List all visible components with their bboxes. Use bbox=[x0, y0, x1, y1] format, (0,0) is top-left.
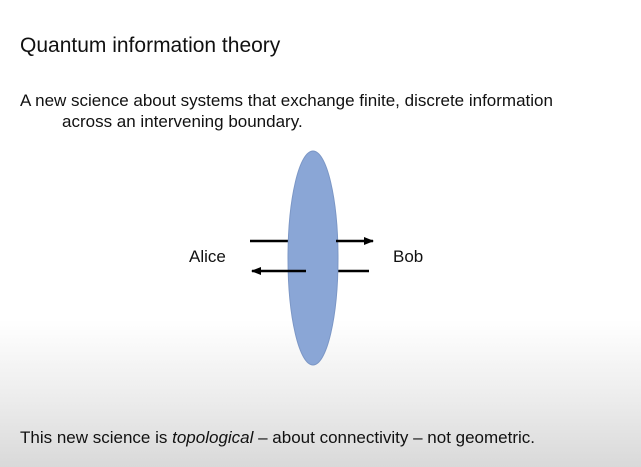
slide-title: Quantum information theory bbox=[20, 34, 281, 57]
intro-text: A new science about systems that exchang… bbox=[20, 90, 630, 132]
boundary-ellipse bbox=[287, 150, 339, 366]
footer-statement: This new science is topological – about … bbox=[20, 428, 535, 448]
boundary-diagram bbox=[250, 150, 374, 366]
intro-line-2: across an intervening boundary. bbox=[62, 112, 303, 131]
footer-suffix: – about connectivity – not geometric. bbox=[253, 428, 536, 447]
footer-emphasis: topological bbox=[172, 428, 254, 447]
bob-label: Bob bbox=[393, 247, 424, 266]
footer-prefix: This new science is bbox=[20, 428, 173, 447]
alice-label: Alice bbox=[189, 247, 226, 266]
intro-line-1: A new science about systems that exchang… bbox=[20, 91, 553, 110]
